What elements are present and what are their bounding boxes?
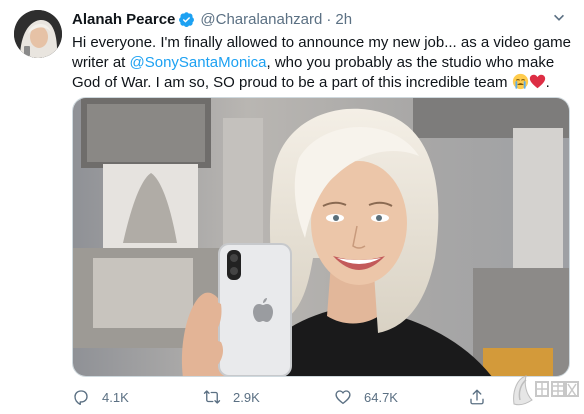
site-watermark-logo [508,370,580,410]
tweet-photo[interactable] [72,97,570,377]
author-name[interactable]: Alanah Pearce [72,11,175,28]
tweet-text-line: Hi everyone. I'm finally allowed to anno… [72,34,571,51]
like-icon [335,390,351,405]
reply-count: 4.1K [102,389,129,405]
tweet-header: Alanah Pearce @Charalanahzard · 2h [72,9,352,29]
tweet-text: Hi everyone. I'm finally allowed to anno… [72,33,571,93]
retweet-icon [203,390,221,404]
reply-icon [74,390,88,406]
more-button[interactable] [545,6,573,30]
like-button[interactable]: 64.7K [334,386,398,408]
retweet-count: 2.9K [233,389,260,405]
author-handle[interactable]: @Charalanahzard [200,11,322,28]
share-icon [470,389,484,405]
tweet-text-segment: writer at [72,54,130,71]
tweet-text-line: writer at @SonySantaMonica, who you prob… [72,53,570,73]
tweet-text-segment: , who you probably as the studio who mak… [266,54,555,71]
avatar[interactable] [14,10,62,58]
reply-button[interactable]: 4.1K [72,386,129,408]
tweet-text-segment: God of War. I am so, SO proud to be a pa… [72,74,508,91]
retweet-button[interactable]: 2.9K [203,386,260,408]
share-button[interactable] [468,386,498,408]
verified-badge-icon [178,11,195,28]
like-count: 64.7K [364,389,398,405]
crying-face-icon [512,73,529,90]
tweet-text-segment: . [545,74,550,91]
tweet[interactable]: Alanah Pearce @Charalanahzard · 2h Hi ev… [0,0,584,414]
red-heart-icon [529,73,546,90]
tweet-timestamp[interactable]: 2h [335,11,352,28]
mention-link[interactable]: @SonySantaMonica [130,54,267,71]
separator-dot: · [326,10,332,28]
tweet-actions: 4.1K 2.9K 64.7K [72,386,570,408]
tweet-text-line: God of War. I am so, SO proud to be a pa… [72,73,570,93]
more-icon [554,14,564,21]
